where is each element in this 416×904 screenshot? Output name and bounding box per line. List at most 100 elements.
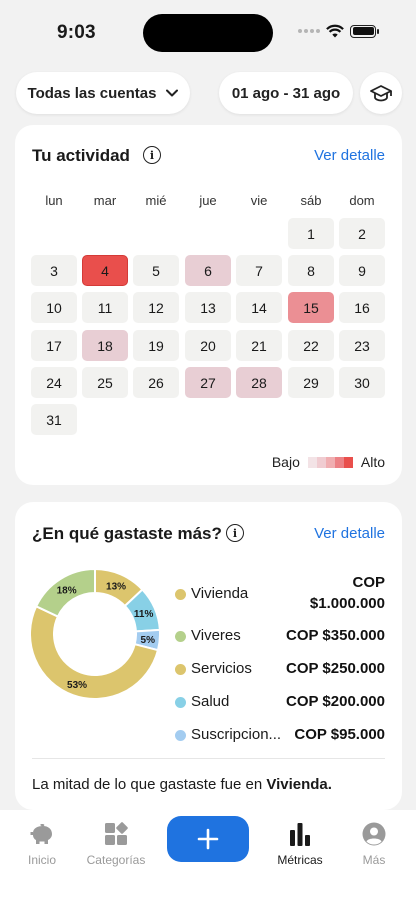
category-row-servicios[interactable]: Servicios COP $250.000 [175, 660, 385, 680]
spending-summary: La mitad de lo que gastaste fue en Vivie… [32, 776, 332, 793]
status-icons [298, 24, 379, 38]
calendar-day[interactable]: 6 [185, 255, 231, 286]
info-icon[interactable]: i [226, 524, 244, 542]
spending-title: ¿En qué gastaste más? [32, 524, 222, 543]
donut-label: 5% [141, 635, 156, 646]
category-name: Viveres [191, 627, 241, 644]
donut-label: 53% [67, 680, 87, 691]
calendar-day[interactable]: 16 [339, 292, 385, 323]
calendar-day[interactable]: 19 [133, 330, 179, 361]
calendar-day[interactable]: 8 [288, 255, 334, 286]
activity-card: Tu actividad i Ver detalle lun mar mié jue v… [15, 125, 402, 485]
legend-gradient [307, 456, 353, 468]
donut-label: 11% [134, 609, 154, 620]
nav-item-metricas[interactable]: Métricas [260, 820, 340, 867]
spending-card: ¿En qué gastaste más? i Ver detalle 13% 1… [15, 502, 402, 810]
category-dot [175, 730, 186, 741]
calendar-day[interactable]: 4 [82, 255, 128, 286]
category-name: Servicios [191, 660, 252, 677]
category-amount: COP $200.000 [286, 693, 385, 710]
category-name: Salud [191, 693, 230, 710]
bar-chart-icon [290, 823, 310, 846]
category-amount: COP $250.000 [286, 660, 385, 677]
category-dot [175, 631, 186, 642]
nav-item-categorias[interactable]: Categorías [76, 820, 156, 867]
category-dot [175, 664, 186, 675]
calendar-day[interactable]: 5 [133, 255, 179, 286]
learn-button[interactable] [360, 72, 402, 114]
activity-detail-link[interactable]: Ver detalle [314, 147, 385, 164]
profile-icon [362, 822, 386, 846]
date-range-label: 01 ago - 31 ago [231, 84, 341, 102]
categories-icon [105, 822, 128, 845]
calendar-day[interactable]: 13 [185, 292, 231, 323]
legend-swatch [316, 456, 326, 468]
activity-title: Tu actividad [32, 146, 130, 165]
calendar-day[interactable]: 17 [31, 330, 77, 361]
nav-item-mas[interactable]: Más [334, 820, 414, 867]
account-filter-button[interactable]: Todas las cuentas [16, 72, 190, 114]
weekday-label: dom [349, 193, 375, 208]
calendar-day[interactable]: 29 [288, 367, 334, 398]
category-row-suscripciones[interactable]: Suscripcion... COP $95.000 [175, 726, 385, 746]
donut-label: 18% [57, 585, 77, 596]
calendar-day[interactable]: 21 [236, 330, 282, 361]
category-dot [175, 697, 186, 708]
dynamic-island [143, 14, 273, 52]
calendar-day[interactable]: 22 [288, 330, 334, 361]
calendar-day[interactable]: 20 [185, 330, 231, 361]
category-dot [175, 589, 186, 600]
spending-detail-link[interactable]: Ver detalle [314, 525, 385, 542]
chevron-down-icon [166, 89, 179, 97]
legend-swatch [343, 456, 353, 468]
info-icon[interactable]: i [143, 146, 161, 164]
wifi-icon [326, 24, 344, 38]
nav-label: Categorías [86, 853, 146, 867]
spending-donut-chart: 13% 11% 5% 53% 18% [29, 568, 161, 700]
add-transaction-button[interactable] [167, 816, 249, 862]
category-row-salud[interactable]: Salud COP $200.000 [175, 693, 385, 713]
calendar-day[interactable]: 10 [31, 292, 77, 323]
category-name: Suscripcion... [191, 726, 282, 743]
category-amount: $1.000.000 [309, 595, 385, 612]
calendar-day[interactable]: 23 [339, 330, 385, 361]
calendar-day[interactable]: 31 [31, 404, 77, 435]
calendar-day[interactable]: 9 [339, 255, 385, 286]
calendar-day[interactable]: 14 [236, 292, 282, 323]
legend-low-label: Bajo [271, 454, 300, 470]
nav-label: Inicio [27, 853, 56, 867]
calendar-day[interactable]: 7 [236, 255, 282, 286]
category-amount-currency: COP [352, 574, 385, 591]
calendar-day[interactable]: 15 [288, 292, 334, 323]
weekday-label: jue [199, 193, 217, 208]
date-range-button[interactable]: 01 ago - 31 ago [219, 72, 353, 114]
weekday-label: mié [145, 193, 167, 208]
weekday-label: vie [250, 193, 268, 208]
calendar-day[interactable]: 27 [185, 367, 231, 398]
calendar-day[interactable]: 25 [82, 367, 128, 398]
piggy-bank-icon [30, 824, 52, 844]
legend-swatch [334, 456, 344, 468]
calendar-day[interactable]: 28 [236, 367, 282, 398]
bottom-navigation: Inicio Categorías Métricas Más [0, 810, 416, 904]
summary-highlight: Vivienda. [266, 776, 332, 793]
calendar-day[interactable]: 12 [133, 292, 179, 323]
calendar-day[interactable]: 1 [288, 218, 334, 249]
summary-text: La mitad de lo que gastaste fue en [32, 776, 267, 793]
category-row-vivienda[interactable]: Vivienda COP $1.000.000 [175, 574, 385, 614]
graduation-cap-icon [370, 85, 392, 102]
calendar-day[interactable]: 18 [82, 330, 128, 361]
category-row-viveres[interactable]: Viveres COP $350.000 [175, 627, 385, 647]
status-bar: 9:03 [0, 0, 416, 66]
calendar-day[interactable]: 24 [31, 367, 77, 398]
calendar-day[interactable]: 11 [82, 292, 128, 323]
calendar-day[interactable]: 3 [31, 255, 77, 286]
account-filter-label: Todas las cuentas [27, 84, 157, 102]
calendar-day[interactable]: 26 [133, 367, 179, 398]
nav-item-inicio[interactable]: Inicio [2, 820, 82, 867]
legend-swatch [325, 456, 335, 468]
calendar-day[interactable]: 30 [339, 367, 385, 398]
weekday-label: sáb [300, 193, 322, 208]
calendar-day[interactable]: 2 [339, 218, 385, 249]
nav-label: Más [362, 853, 386, 867]
